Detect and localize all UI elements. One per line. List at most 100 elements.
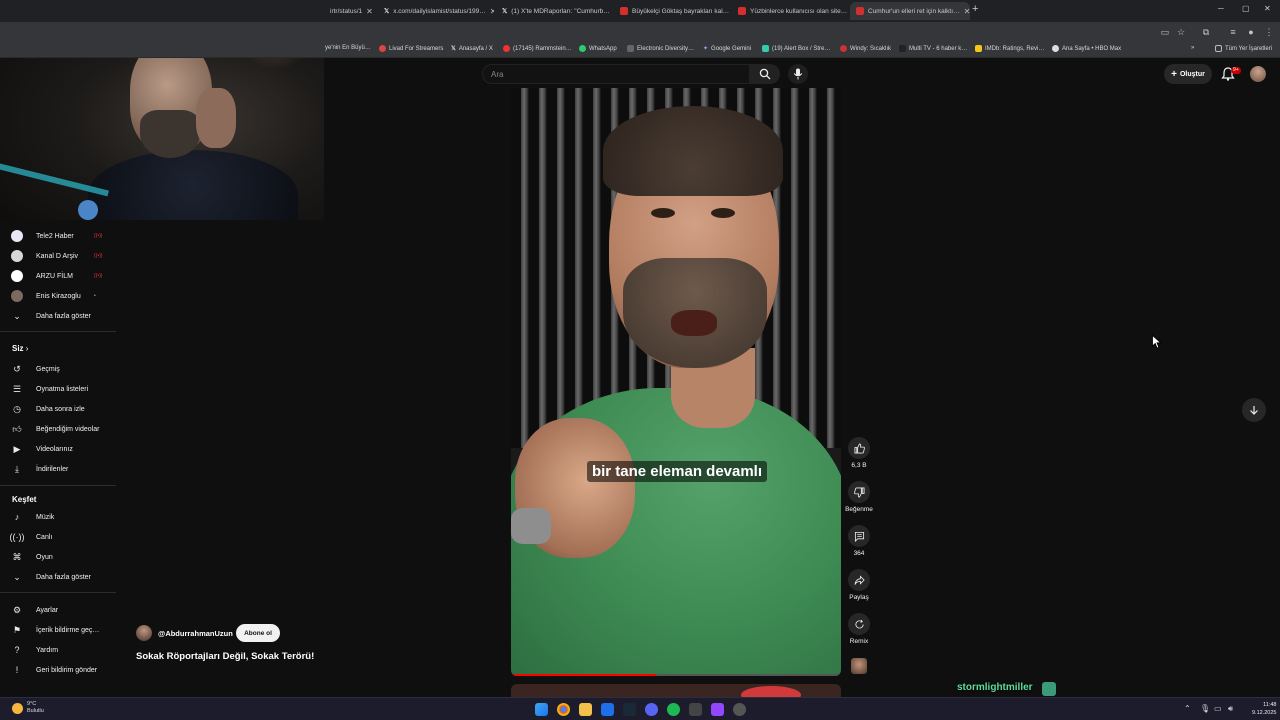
close-tab-icon[interactable]: ✕	[366, 7, 373, 16]
profile-icon[interactable]: ●	[1246, 27, 1256, 37]
microphone-tray-icon[interactable]: 🎙︎	[1200, 704, 1210, 713]
windows-start-icon[interactable]	[535, 703, 548, 716]
cast-icon[interactable]: ▭	[1160, 27, 1170, 37]
short-video-player[interactable]: bir tane eleman devamlı	[511, 88, 841, 676]
sidebar-channel-arzu[interactable]: ARZU FİLM ((•))	[0, 266, 116, 286]
account-avatar[interactable]	[1250, 66, 1266, 82]
close-tab-icon[interactable]: ✕	[490, 7, 494, 16]
sidebar-item-gaming[interactable]: ⌘ Oyun	[0, 547, 116, 567]
sidebar-item-help[interactable]: ? Yardım	[0, 640, 116, 660]
speaker-eye	[711, 208, 735, 218]
browser-tab[interactable]: Yüzbinlerce kullanıcısı olan site…✕	[732, 2, 848, 20]
streamer-beard	[140, 110, 200, 158]
extensions-icon[interactable]: ⧉	[1201, 27, 1211, 37]
sidebar-item-history[interactable]: ↺ Geçmiş	[0, 359, 116, 379]
spotify-icon[interactable]	[667, 703, 680, 716]
new-tab-icon[interactable]: +	[972, 3, 978, 15]
channel-avatar[interactable]	[136, 625, 152, 641]
multitv-icon	[899, 45, 906, 52]
sound-thumbnail[interactable]	[851, 658, 867, 674]
dislike-button[interactable]: Beğenme	[845, 481, 873, 513]
settings-app-icon[interactable]	[733, 703, 746, 716]
chrome-icon[interactable]	[557, 703, 570, 716]
create-button[interactable]: + Oluştur	[1164, 64, 1212, 84]
search-button[interactable]	[750, 64, 780, 84]
comments-button[interactable]: 364	[846, 525, 872, 557]
close-tab-icon[interactable]: ✕	[964, 7, 970, 16]
sidebar-item-downloads[interactable]: ⤓ İndirilenler	[0, 459, 116, 479]
steam-icon[interactable]	[623, 703, 636, 716]
maximize-icon[interactable]: ▢	[1242, 4, 1250, 13]
news-favicon-icon	[856, 7, 864, 15]
browser-tab[interactable]: Büyükelçi Göktaş bayrakları kal…✕	[614, 2, 730, 20]
sidebar-section-you[interactable]: Siz ›	[12, 344, 28, 353]
video-progress-bar[interactable]	[511, 674, 841, 676]
remix-button[interactable]: Remix	[846, 613, 872, 645]
sidebar-item-liked[interactable]: 👍︎ Beğendiğim videolar	[0, 419, 116, 439]
file-explorer-icon[interactable]	[579, 703, 592, 716]
streamer-body	[88, 150, 298, 220]
menu-icon[interactable]: ⋮	[1264, 27, 1274, 37]
sidebar-item-report-history[interactable]: ⚑ İçerik bildirme geç…	[0, 620, 116, 640]
x-logo-icon: 𝕏	[502, 8, 508, 15]
next-video-button[interactable]	[1242, 398, 1266, 422]
bookmark[interactable]: Electronic Diversity…	[627, 45, 694, 52]
sidebar-item-settings[interactable]: ⚙ Ayarlar	[0, 600, 116, 620]
bookmark[interactable]: ye'nin En Büyü…	[325, 45, 371, 51]
sidebar-item-playlists[interactable]: ☰ Oynatma listeleri	[0, 379, 116, 399]
share-button[interactable]: Paylaş	[846, 569, 872, 601]
minimize-icon[interactable]: ─	[1218, 4, 1224, 13]
sidebar-item-feedback[interactable]: ! Geri bildirim gönder	[0, 660, 116, 680]
edge-icon[interactable]	[601, 703, 614, 716]
live-icon: ((·))	[9, 532, 25, 542]
browser-tab-bar: irtr/status/1 ✕ 𝕏x.com/dailyislamist/stat…	[0, 0, 1280, 22]
bookmark[interactable]: 𝕏 Anasayfa / X	[451, 45, 493, 53]
like-button[interactable]: 6,3 B	[846, 437, 872, 469]
voice-search-button[interactable]	[788, 64, 808, 84]
weather-widget[interactable]: 9°C Bulutlu	[12, 701, 44, 715]
browser-tab[interactable]: 𝕏x.com/dailyislamist/status/199… ✕	[378, 2, 494, 20]
browser-tab-active[interactable]: Cumhur'un elleri ret için kalktı… ✕	[850, 2, 970, 20]
bookmark[interactable]: (19) Alert Box / Stre…	[762, 45, 830, 52]
twitch-icon[interactable]	[711, 703, 724, 716]
sidebar-divider	[0, 485, 116, 486]
volume-icon[interactable]: 🔊︎	[1228, 704, 1233, 714]
close-window-icon[interactable]: ✕	[1264, 4, 1271, 13]
bookmark[interactable]: Ana Sayfa • HBO Max	[1052, 45, 1121, 52]
channel-name[interactable]: @AbdurrahmanUzun	[158, 629, 233, 638]
tab-search-icon[interactable]: ≡	[1228, 27, 1238, 37]
network-icon[interactable]: ▭	[1214, 704, 1222, 713]
star-icon[interactable]: ☆	[1176, 27, 1186, 37]
feedback-icon: !	[15, 665, 19, 675]
calculator-icon[interactable]	[689, 703, 702, 716]
sidebar-item-music[interactable]: ♪ Müzik	[0, 507, 116, 527]
system-clock[interactable]: 11:48 9.12.2025	[1252, 701, 1276, 717]
discord-icon[interactable]	[645, 703, 658, 716]
video-title[interactable]: Sokak Röportajları Değil, Sokak Terörü!	[136, 651, 314, 662]
sidebar-channel-tele2[interactable]: Tele2 Haber ((•))	[0, 226, 116, 246]
sidebar-show-more[interactable]: ⌄ Daha fazla göster	[0, 306, 116, 326]
sidebar-item-watch-later[interactable]: ◷ Daha sonra izle	[0, 399, 116, 419]
sidebar-channel-kanald[interactable]: Kanal D Arşiv ((•))	[0, 246, 116, 266]
sidebar-item-your-videos[interactable]: ▶ Videolarınız	[0, 439, 116, 459]
sidebar-show-more[interactable]: ⌄ Daha fazla göster	[0, 567, 116, 587]
gear-icon: ⚙	[12, 604, 22, 615]
sidebar-channel-enis[interactable]: Enis Kirazoglu •	[0, 286, 116, 306]
bookmark[interactable]: Windy: Sıcaklık	[840, 45, 891, 52]
speaker-watch	[511, 508, 551, 544]
bookmark[interactable]: WhatsApp	[579, 45, 617, 52]
bookmark[interactable]: (17145) Rammstein…	[503, 45, 572, 52]
subscribe-button[interactable]: Abone ol	[236, 624, 280, 642]
bookmark[interactable]: IMDb: Ratings, Revi…	[975, 45, 1044, 52]
more-bookmarks-icon[interactable]: »	[1191, 45, 1194, 51]
all-bookmarks[interactable]: Tüm Yer İşaretleri	[1215, 45, 1272, 52]
search-input[interactable]: Ara	[482, 64, 750, 84]
chevron-right-icon: ›	[25, 344, 29, 353]
browser-tab[interactable]: irtr/status/1 ✕	[324, 2, 374, 20]
bookmark[interactable]: Livad For Streamers	[379, 45, 443, 52]
show-hidden-icons[interactable]: ⌃	[1184, 704, 1191, 713]
sidebar-item-live[interactable]: ((·)) Canlı	[0, 527, 116, 547]
browser-tab[interactable]: 𝕏(1) X'te MDRaporları: "Cumhurb…✕	[496, 2, 612, 20]
bookmark[interactable]: Multi TV - 6 haber k…	[899, 45, 967, 52]
bookmark[interactable]: ✦ Google Gemini	[703, 45, 751, 53]
